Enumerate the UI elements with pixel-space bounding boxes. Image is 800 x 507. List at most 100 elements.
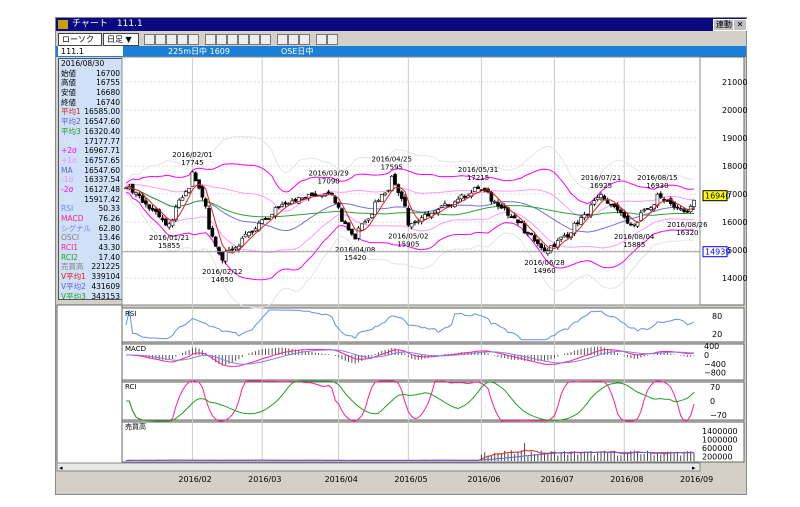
candle-body (363, 221, 367, 224)
candle-body (210, 227, 215, 237)
candle-body (267, 218, 271, 220)
annotation-price: 14650 (211, 276, 233, 284)
candle-body (346, 222, 351, 231)
candle-body (386, 189, 391, 192)
rsi-tick: 20 (712, 330, 722, 339)
x-tick: 2016/02 (178, 475, 211, 484)
price-tick: 14000 (722, 274, 747, 283)
rci-label: RCI (125, 383, 136, 391)
candle-body (203, 198, 208, 207)
candle-body (403, 196, 407, 207)
candle-body (340, 208, 344, 222)
scroll-right-icon[interactable]: ▸ (692, 464, 696, 472)
annotation-price: 15855 (158, 242, 180, 250)
candle-body (389, 175, 394, 192)
candle-body (326, 191, 331, 194)
candle-body (635, 222, 640, 227)
candle-body (336, 202, 341, 208)
candle-body (286, 203, 291, 205)
candle-body (343, 221, 348, 225)
candle-body (443, 203, 447, 206)
x-tick: 2016/05 (394, 475, 427, 484)
candle-body (207, 208, 211, 230)
x-tick: 2016/07 (540, 475, 573, 484)
candle-body (164, 218, 168, 226)
candle-body (270, 213, 274, 218)
candle-body (177, 199, 181, 208)
candle-body (416, 220, 421, 223)
candle-body (134, 192, 138, 195)
candle-body (379, 194, 384, 203)
candle-body (595, 197, 600, 201)
annotation-date: 2016/08/15 (637, 174, 677, 182)
candle-body (609, 203, 613, 206)
candle-body (373, 201, 377, 215)
candle-body (632, 223, 637, 226)
candle-body (217, 247, 221, 254)
candle-body (193, 172, 198, 182)
candle-body (692, 199, 696, 208)
annotation-date: 2016/06/28 (524, 259, 564, 267)
rsi-label: RSI (125, 310, 136, 318)
candle-body (536, 239, 540, 245)
price-tick: 18000 (722, 162, 747, 171)
candle-body (399, 191, 404, 199)
candle-body (396, 184, 401, 193)
candle-body (150, 207, 155, 211)
candle-body (409, 223, 414, 228)
annotation-date: 2016/05/02 (388, 233, 428, 241)
candle-body (472, 187, 477, 192)
candle-body (243, 233, 248, 238)
chart-area[interactable]: 2100020000190001800017000160001500014000… (0, 0, 800, 507)
price-tick: 20000 (722, 106, 747, 115)
candle-body (393, 174, 397, 185)
candle-body (223, 250, 228, 262)
candle-body (459, 194, 464, 200)
candle-body (649, 207, 653, 211)
annotation-price: 15905 (397, 241, 419, 249)
candle-body (562, 235, 567, 238)
macd-tick: −400 (704, 360, 726, 369)
candle-body (665, 200, 670, 202)
chart-panel (121, 307, 745, 343)
candle-body (406, 207, 411, 226)
candle-body (559, 236, 563, 240)
candle-body (639, 212, 643, 221)
candle-body (446, 204, 450, 207)
volume-label: 売買高 (125, 422, 146, 431)
candle-body (658, 193, 663, 198)
candle-body (532, 235, 537, 242)
annotation-date: 2016/04/25 (372, 155, 412, 163)
scroll-left-icon[interactable]: ◂ (59, 464, 63, 472)
annotation-date: 2016/07/21 (581, 174, 621, 182)
macd-tick: 400 (704, 342, 719, 351)
candle-body (276, 206, 281, 208)
candle-body (167, 223, 171, 228)
candle-body (552, 243, 557, 248)
candle-body (356, 227, 361, 239)
candle-body (612, 203, 617, 207)
candle-body (383, 192, 387, 196)
candle-body (516, 219, 520, 224)
marker-price-label: 14939 (705, 248, 730, 257)
candle-body (502, 206, 507, 209)
candle-body (180, 197, 185, 201)
candle-body (519, 220, 524, 223)
candle-body (283, 202, 288, 205)
annotation-date: 2016/01/21 (149, 234, 189, 242)
candle-body (200, 185, 205, 198)
annotation-price: 17215 (467, 174, 489, 182)
candle-body (585, 213, 590, 216)
candle-body (645, 208, 650, 210)
annotation-price: 16320 (676, 229, 698, 237)
candle-body (423, 214, 427, 220)
candle-body (333, 196, 338, 204)
candle-body (476, 186, 480, 189)
horizontal-scrollbar[interactable] (56, 462, 701, 472)
candle-body (147, 204, 152, 209)
annotation-date: 2016/08/26 (667, 221, 708, 229)
candle-body (220, 251, 225, 261)
candle-body (599, 194, 603, 199)
candle-body (303, 196, 308, 199)
candle-body (682, 209, 686, 212)
